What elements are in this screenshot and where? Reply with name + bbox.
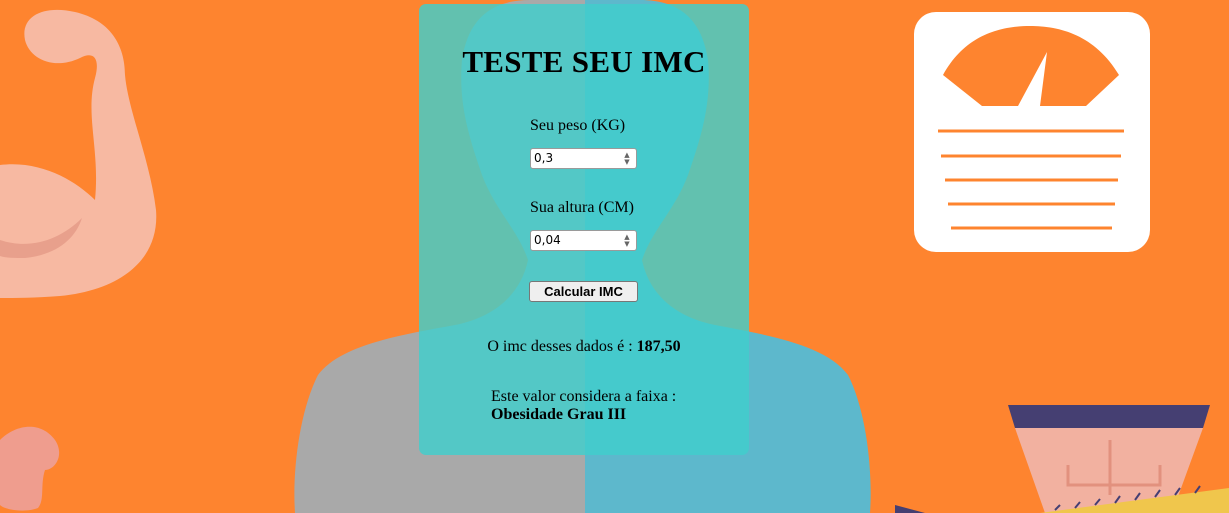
waist-measuring-tape-icon bbox=[895, 405, 1229, 513]
weight-label: Seu peso (KG) bbox=[530, 117, 626, 134]
height-input[interactable]: 0,04 ▲ ▼ bbox=[530, 230, 637, 251]
height-label: Sua altura (CM) bbox=[530, 199, 634, 216]
spinner-down-icon[interactable]: ▼ bbox=[624, 158, 629, 166]
flexed-arm-icon bbox=[0, 9, 157, 298]
bmi-form-card: TESTE SEU IMC Seu peso (KG) 0,3 ▲ ▼ Sua … bbox=[419, 4, 749, 455]
height-spinner[interactable]: ▲ ▼ bbox=[620, 232, 634, 249]
weight-input-value: 0,3 bbox=[534, 151, 554, 165]
bmi-result: O imc desses dados é : 187,50 bbox=[419, 338, 749, 356]
spinner-down-icon[interactable]: ▼ bbox=[624, 240, 629, 248]
bmi-range-label: Este valor considera a faixa : bbox=[491, 388, 677, 405]
height-input-value: 0,04 bbox=[534, 233, 561, 247]
bathroom-scale-icon bbox=[914, 12, 1150, 252]
weight-input[interactable]: 0,3 ▲ ▼ bbox=[530, 148, 637, 169]
flexed-arm-small-icon bbox=[0, 426, 60, 511]
bmi-range-value: Obesidade Grau III bbox=[491, 406, 627, 423]
page-title: TESTE SEU IMC bbox=[462, 44, 706, 79]
bmi-result-text: O imc desses dados é : bbox=[487, 338, 637, 355]
bmi-result-value: 187,50 bbox=[636, 338, 681, 355]
weight-spinner[interactable]: ▲ ▼ bbox=[620, 150, 634, 167]
calculate-bmi-button[interactable]: Calcular IMC bbox=[529, 281, 638, 302]
